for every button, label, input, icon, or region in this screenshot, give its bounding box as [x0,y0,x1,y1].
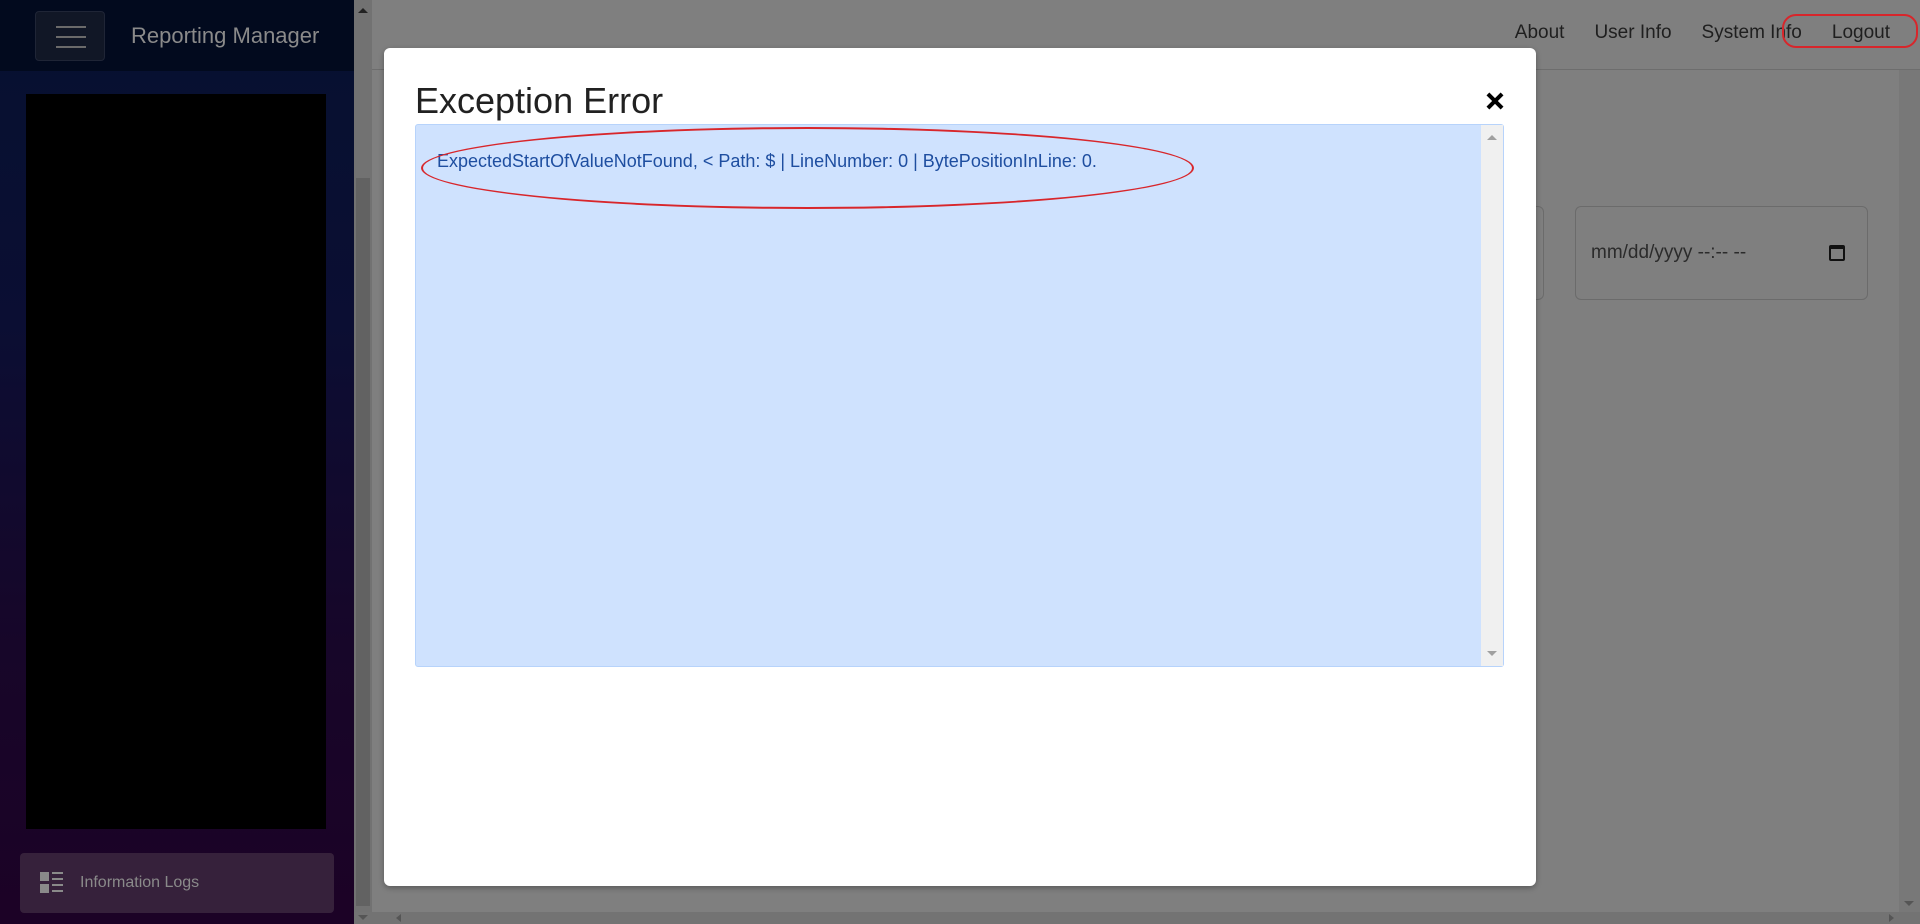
list-view-icon [40,872,64,894]
hamburger-menu-button[interactable] [35,11,105,61]
hamburger-icon [56,26,86,28]
sidebar-header: Reporting Manager [0,0,354,71]
error-message-text: ExpectedStartOfValueNotFound, < Path: $ … [437,151,1097,171]
scroll-up-arrow-icon[interactable] [358,8,368,13]
scroll-left-arrow-icon[interactable] [396,914,401,922]
nav-system-info-link[interactable]: System Info [1687,22,1817,44]
sidebar-item-label: Information Logs [80,874,200,891]
sidebar-scrollbar[interactable] [354,0,372,912]
sidebar: Reporting Manager Information Logs [0,0,354,924]
calendar-icon[interactable] [1829,245,1845,261]
scroll-up-arrow-icon[interactable] [1487,135,1497,140]
top-nav-links: About User Info System Info Logout [1500,22,1920,44]
nav-about-link[interactable]: About [1500,22,1580,44]
scroll-down-arrow-icon[interactable] [1904,901,1914,906]
hamburger-icon-bar [56,36,86,38]
nav-user-info-link[interactable]: User Info [1579,22,1686,44]
end-date-input[interactable]: mm/dd/yyyy --:-- -- [1575,206,1868,300]
nav-logout-link[interactable]: Logout [1817,22,1920,44]
close-icon[interactable] [1484,90,1506,112]
sidebar-item-information-logs[interactable]: Information Logs [20,853,334,913]
scroll-down-arrow-icon[interactable] [1487,651,1497,656]
hamburger-icon-bar [56,46,86,48]
page-scrollbar[interactable] [1899,70,1920,912]
scroll-down-arrow-icon[interactable] [358,915,368,920]
app-title: Reporting Manager [131,23,320,48]
horizontal-scrollbar[interactable] [354,912,1920,924]
sidebar-content-panel [26,94,326,829]
date-input-placeholder: mm/dd/yyyy --:-- -- [1591,242,1747,263]
textarea-scrollbar[interactable] [1481,125,1503,666]
scroll-right-arrow-icon[interactable] [1889,914,1894,922]
scrollbar-thumb[interactable] [356,178,370,906]
exception-error-modal: Exception Error ExpectedStartOfValueNotF… [384,48,1536,886]
modal-title: Exception Error [415,80,664,121]
error-message-textarea[interactable]: ExpectedStartOfValueNotFound, < Path: $ … [415,124,1504,667]
